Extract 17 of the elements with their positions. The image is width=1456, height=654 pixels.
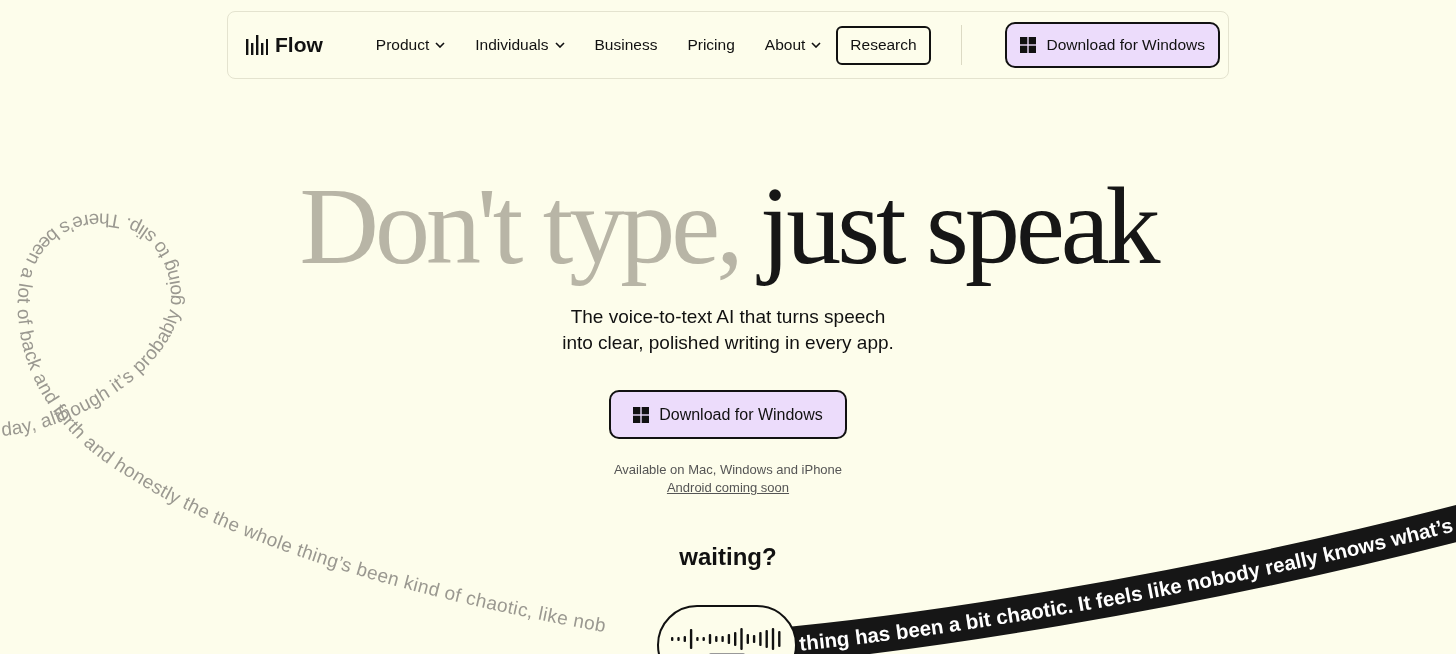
nav-link[interactable]: Business (579, 36, 673, 54)
nav-link[interactable]: About (749, 36, 837, 54)
hero-subtitle: The voice-to-text AI that turns speech into clear, polished writing in every app. (562, 305, 894, 355)
download-button[interactable]: Download for Windows (1005, 22, 1220, 68)
nav-link[interactable]: Individuals (460, 36, 580, 54)
research-button[interactable]: Research (836, 25, 931, 65)
hero-heading: Don't type, just speak (298, 164, 1159, 289)
windows-icon (633, 406, 650, 423)
windows-icon (1020, 37, 1037, 53)
bars-logo-icon (246, 35, 268, 55)
nav-link[interactable]: Pricing (672, 36, 750, 54)
prompt-text: waiting? (679, 543, 777, 571)
availability-note: Available on Mac, Windows and iPhone (613, 462, 843, 477)
nav-link[interactable]: Product (360, 36, 461, 54)
download-button[interactable]: Download for Windows (609, 390, 847, 439)
android-link[interactable]: Android coming soon (666, 480, 790, 495)
flow-logo[interactable]: Flow (246, 33, 323, 57)
